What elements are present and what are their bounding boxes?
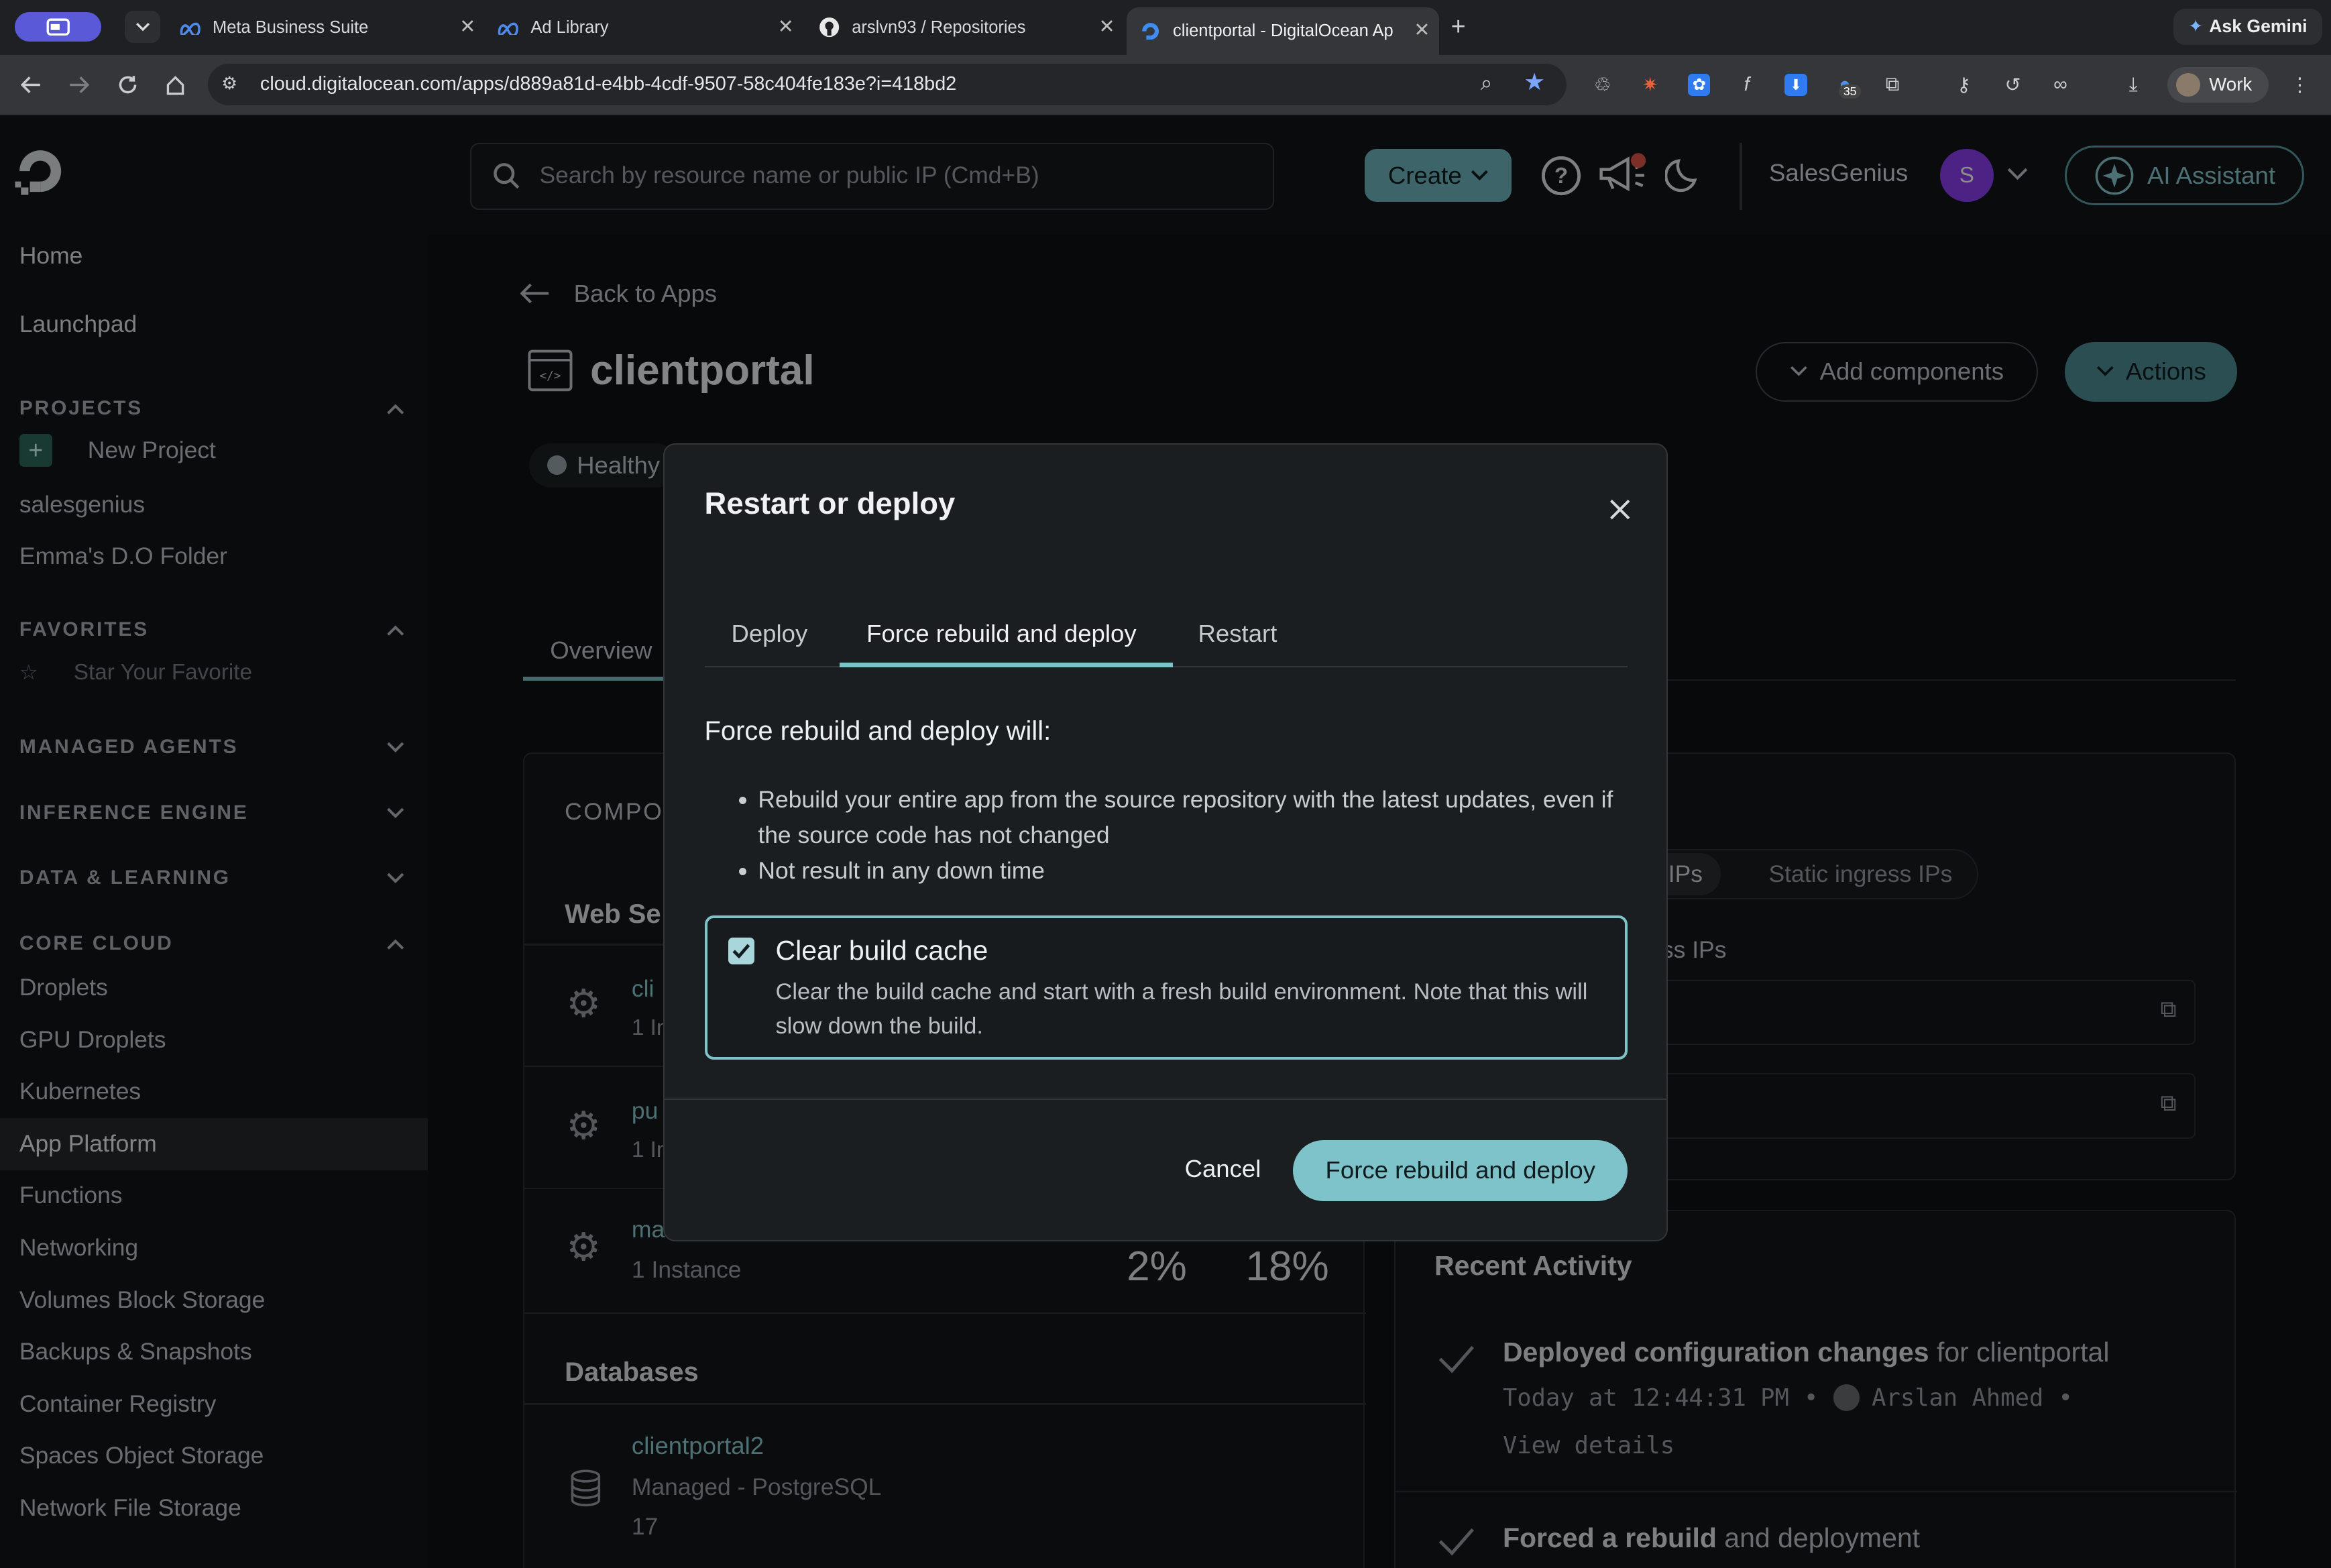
modal-footer-divider [664, 1098, 1666, 1101]
force-rebuild-bullets: Rebuild your entire app from the source … [736, 782, 1628, 889]
close-icon[interactable]: ✕ [1098, 15, 1115, 38]
browser-tab[interactable]: arslvn93 / Repositories ✕ [806, 9, 1124, 46]
browser-tab[interactable]: Meta Business Suite ✕ [166, 9, 484, 46]
reload-icon[interactable] [111, 68, 144, 101]
history-icon[interactable]: ↺ [1998, 70, 2027, 99]
extension-badge: 35 [1839, 85, 1862, 99]
meta-icon [178, 15, 202, 39]
checkbox-label: Clear build cache [775, 934, 988, 966]
checkbox-description: Clear the build cache and start with a f… [775, 978, 1588, 1039]
extension-users-icon[interactable]: ● 35 [1830, 70, 1862, 99]
home-icon[interactable] [159, 68, 192, 101]
chevron-down-icon [135, 23, 150, 32]
modal-title: Restart or deploy [704, 486, 956, 520]
tab-search-button[interactable] [125, 10, 161, 44]
site-info-icon[interactable]: ⚙ [221, 73, 237, 94]
profile-button[interactable]: Work [2167, 66, 2269, 103]
extension-formula-icon[interactable]: f [1732, 70, 1762, 99]
url-text: cloud.digitalocean.com/apps/d889a81d-e4b… [260, 72, 957, 95]
check-icon [732, 944, 750, 959]
extensions-puzzle-icon[interactable]: ⧉ [1878, 70, 1907, 99]
window-icon [46, 18, 70, 36]
force-rebuild-heading: Force rebuild and deploy will: [704, 716, 1051, 746]
bullet-item: Rebuild your entire app from the source … [758, 782, 1628, 853]
bullet-item: Not result in any down time [758, 853, 1628, 889]
clear-build-cache-checkbox[interactable] [728, 938, 755, 965]
clear-build-cache-option[interactable]: Clear build cache Clear the build cache … [704, 915, 1628, 1060]
ask-gemini-label: Ask Gemini [2209, 16, 2308, 37]
tab-title: arslvn93 / Repositories [852, 17, 1026, 37]
browser-tab-active[interactable]: clientportal - DigitalOcean Ap ✕ [1127, 7, 1439, 56]
close-icon[interactable] [1608, 498, 1632, 521]
downloads-icon[interactable]: ⤓ [2118, 70, 2148, 99]
extension-download-icon[interactable]: ⬇ [1781, 70, 1811, 99]
digitalocean-icon [1139, 19, 1162, 43]
extension-recycle-icon[interactable]: ♲ [1588, 70, 1617, 99]
new-tab-button[interactable]: + [1451, 12, 1466, 41]
close-icon[interactable]: ✕ [459, 15, 475, 38]
address-bar[interactable]: ⚙ cloud.digitalocean.com/apps/d889a81d-e… [208, 64, 1567, 106]
tab-restart[interactable]: Restart [1198, 620, 1277, 648]
ask-gemini-button[interactable]: ✦ Ask Gemini [2173, 9, 2322, 45]
bookmark-star-icon[interactable]: ★ [1524, 68, 1545, 96]
cancel-button[interactable]: Cancel [1185, 1155, 1261, 1183]
browser-tab[interactable]: Ad Library ✕ [485, 9, 803, 46]
passwords-key-icon[interactable]: ⚷ [1949, 70, 1978, 99]
profile-label: Work [2209, 74, 2253, 95]
forward-icon[interactable] [62, 68, 95, 101]
tab-title: clientportal - DigitalOcean Ap [1173, 21, 1394, 41]
profile-pill[interactable] [15, 11, 101, 42]
gemini-icon: ✦ [2188, 16, 2204, 37]
close-icon[interactable]: ✕ [778, 15, 794, 38]
tab-force-rebuild[interactable]: Force rebuild and deploy [866, 620, 1136, 648]
restart-deploy-modal: Restart or deploy Deploy Force rebuild a… [663, 443, 1668, 1241]
profile-avatar [2176, 72, 2200, 97]
tab-deploy[interactable]: Deploy [731, 620, 807, 648]
extension-blue-gear-icon[interactable]: ✿ [1685, 70, 1714, 99]
tab-title: Meta Business Suite [213, 17, 369, 37]
browser-tab-strip: Meta Business Suite ✕ Ad Library ✕ arslv… [0, 0, 2331, 56]
link-icon[interactable]: ∞ [2045, 70, 2075, 99]
close-icon[interactable]: ✕ [1414, 18, 1430, 42]
meta-icon [496, 15, 520, 39]
tab-title: Ad Library [530, 17, 609, 37]
force-rebuild-deploy-button[interactable]: Force rebuild and deploy [1293, 1140, 1628, 1201]
extension-burst-icon[interactable]: ✷ [1635, 70, 1664, 99]
github-icon [817, 15, 841, 39]
browser-menu-icon[interactable]: ⋮ [2285, 70, 2314, 99]
active-tab-indicator [840, 663, 1173, 668]
back-icon[interactable] [15, 68, 48, 101]
zoom-icon[interactable]: ⌕ [1481, 71, 1492, 96]
force-rebuild-deploy-label: Force rebuild and deploy [1325, 1156, 1595, 1184]
